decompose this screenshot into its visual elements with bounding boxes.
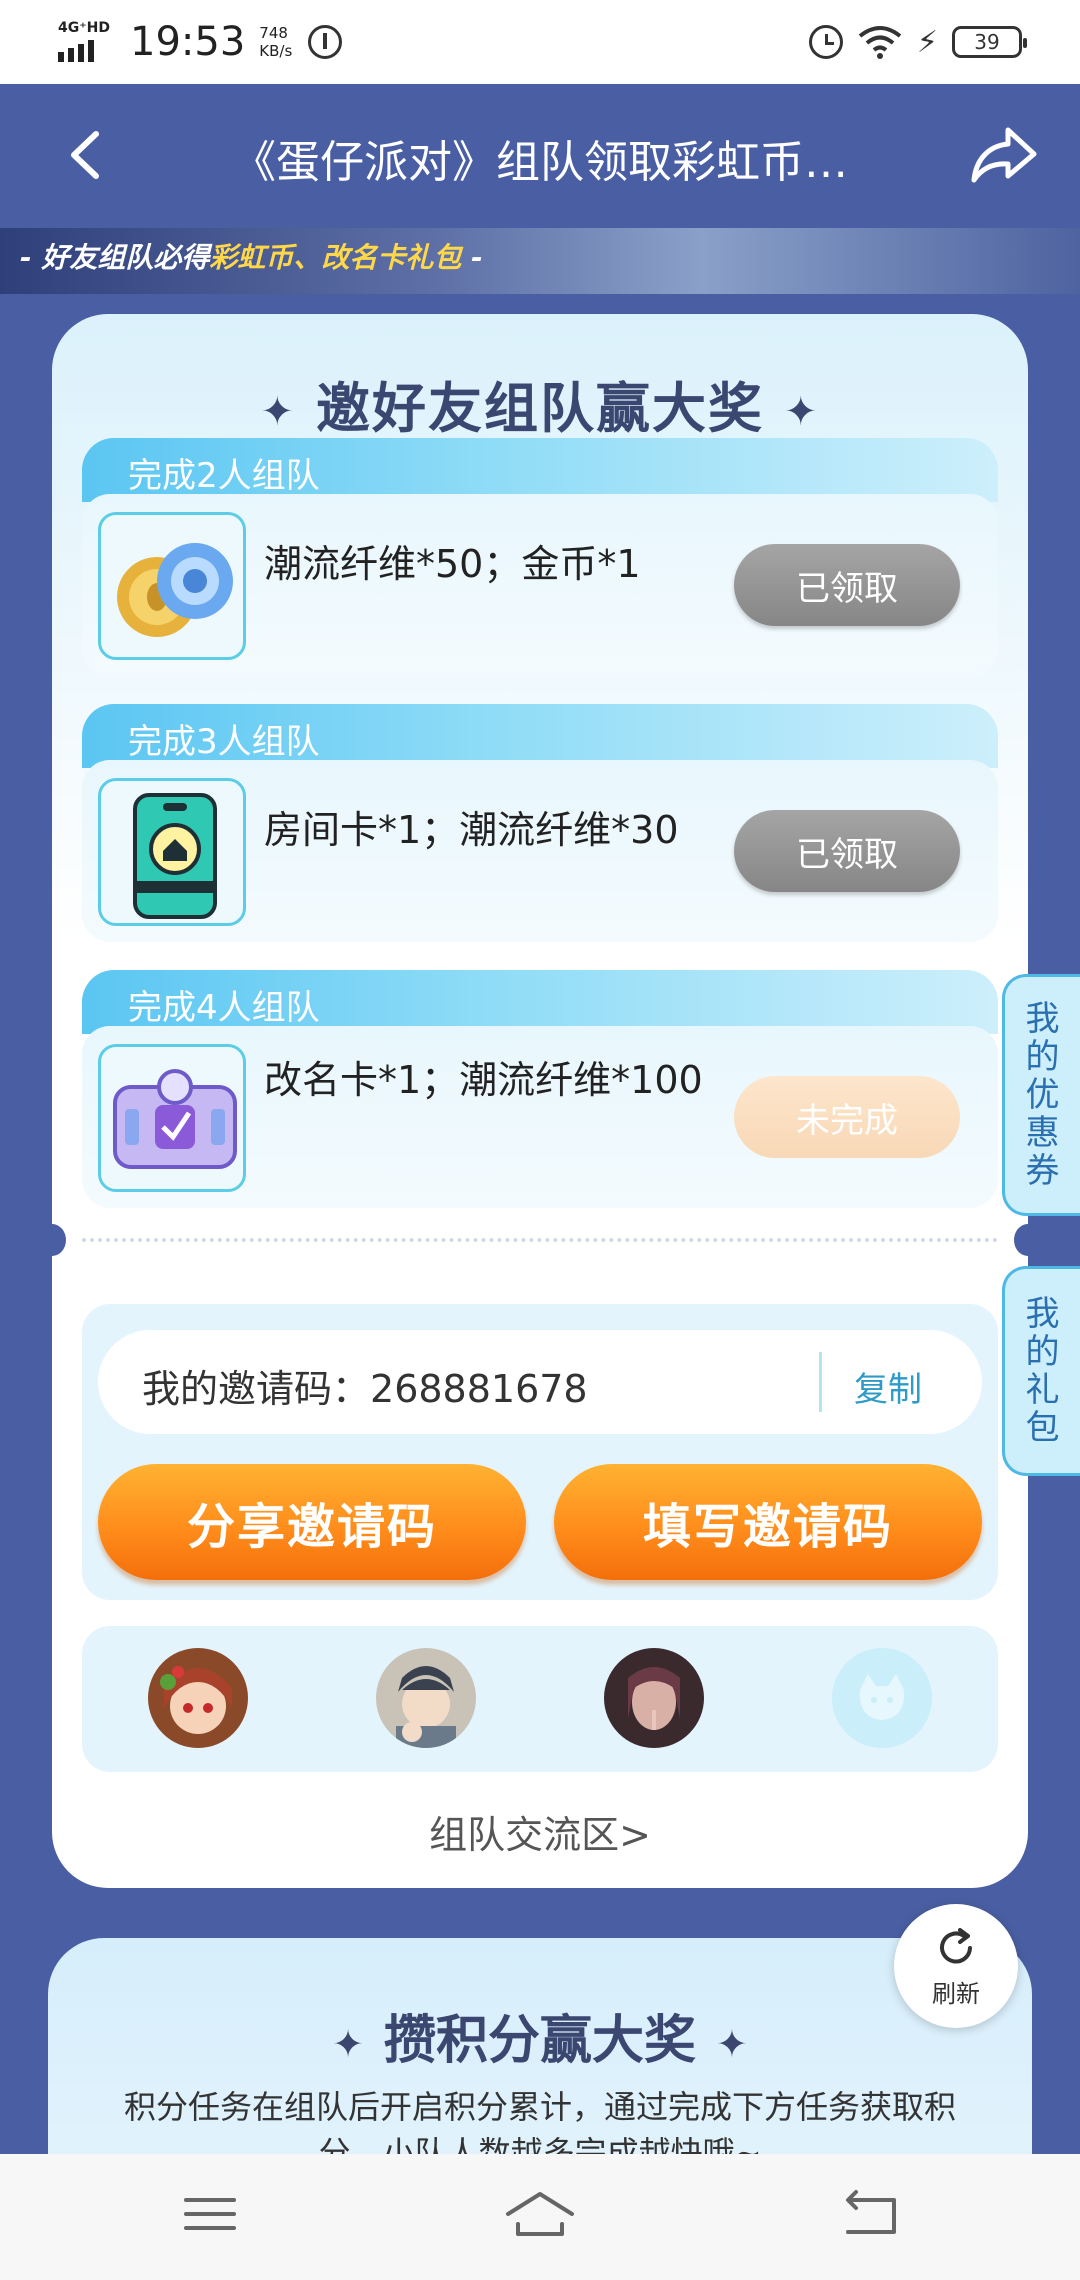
- reward-tier-2-players: 完成2人组队 潮流纤维*50；金币*1 已领取: [82, 438, 998, 676]
- reward-tier-3-players: 完成3人组队 房间卡*1；潮流纤维*30 已领取: [82, 704, 998, 942]
- status-bar: 4G⁺HD 19:53 748 KB/s ⚡ 39: [0, 0, 1080, 84]
- banner-prefix: - 好友组队必得: [20, 241, 210, 274]
- sparkle-icon: ✦: [332, 2022, 364, 2066]
- alarm-icon: [808, 25, 843, 59]
- charging-icon: ⚡: [916, 24, 938, 60]
- battery-level: 39: [974, 30, 1000, 54]
- tier-reward-text: 房间卡*1；潮流纤维*30: [264, 808, 679, 852]
- invite-code-text: 我的邀请码：268881678: [142, 1358, 588, 1413]
- rename-card-icon: [98, 1044, 246, 1192]
- event-banner: - 好友组队必得彩虹币、改名卡礼包 -: [0, 228, 1080, 294]
- speed-unit: KB/s: [259, 42, 293, 60]
- separator: [819, 1352, 822, 1412]
- system-nav-bar: [0, 2154, 1080, 2280]
- refresh-label: 刷新: [932, 1980, 980, 2008]
- team-chat-link[interactable]: 组队交流区>: [52, 1804, 1028, 1859]
- home-icon[interactable]: [500, 2184, 580, 2244]
- sparkle-icon: ✦: [716, 2022, 748, 2066]
- my-gifts-tab[interactable]: 我 的 礼 包: [1002, 1266, 1080, 1476]
- back-nav-icon[interactable]: [830, 2184, 910, 2244]
- tab-char: 礼: [1025, 1370, 1060, 1410]
- coin-fiber-icon: [98, 512, 246, 660]
- reward-tier-4-players: 完成4人组队 改名卡*1；潮流纤维*100 未完成: [82, 970, 998, 1208]
- network-speed: 748 KB/s: [259, 24, 292, 60]
- banner-text: - 好友组队必得彩虹币、改名卡礼包 -: [20, 236, 483, 276]
- team-rewards-card: ✦ 邀好友组队赢大奖 ✦ 完成2人组队 潮流纤维*50；金币*1 已领取 完成3人组…: [38, 314, 1042, 1888]
- tab-char: 我: [1025, 1294, 1060, 1334]
- team-rewards-title-text: 邀好友组队赢大奖: [316, 377, 764, 440]
- data-saver-icon: [308, 25, 343, 59]
- empty-slot-avatar[interactable]: [832, 1648, 932, 1748]
- tier-tab: 完成2人组队: [82, 438, 998, 502]
- my-coupons-tab[interactable]: 我 的 优 惠 券: [1002, 974, 1080, 1216]
- refresh-icon: [940, 1928, 972, 1964]
- tier-reward-text: 改名卡*1；潮流纤维*100: [264, 1058, 703, 1102]
- copy-button[interactable]: 复制: [854, 1362, 922, 1411]
- points-title-text: 攒积分赢大奖: [383, 2011, 696, 2071]
- speed-value: 748: [259, 24, 288, 42]
- tab-char: 的: [1025, 1037, 1060, 1077]
- tier-tab-label: 完成3人组队: [128, 722, 320, 762]
- tab-char: 券: [1025, 1151, 1060, 1191]
- share-icon[interactable]: [964, 114, 1044, 194]
- tier-reward-text: 潮流纤维*50；金币*1: [264, 542, 641, 586]
- tab-char: 包: [1025, 1408, 1060, 1448]
- share-invite-code-button[interactable]: 分享邀请码: [98, 1464, 526, 1580]
- signal-icon: 4G⁺HD: [58, 20, 112, 64]
- sparkle-icon: ✦: [784, 389, 820, 436]
- points-title: ✦ 攒积分赢大奖 ✦: [48, 1998, 1032, 2073]
- member-avatar[interactable]: [376, 1648, 476, 1748]
- banner-highlight: 彩虹币、改名卡礼包: [209, 241, 462, 274]
- member-avatar[interactable]: [148, 1648, 248, 1748]
- tier-body: 潮流纤维*50；金币*1 已领取: [82, 494, 998, 676]
- room-card-icon: [98, 778, 246, 926]
- tab-char: 我: [1025, 999, 1060, 1039]
- member-avatar[interactable]: [604, 1648, 704, 1748]
- tab-char: 惠: [1025, 1113, 1060, 1153]
- tier-tab: 完成3人组队: [82, 704, 998, 768]
- invite-code-box: 我的邀请码：268881678 复制: [98, 1330, 982, 1434]
- refresh-button[interactable]: 刷新: [894, 1904, 1018, 2028]
- team-members-panel: [82, 1626, 998, 1772]
- page-title: 《蛋仔派对》组队领取彩虹币…: [232, 137, 848, 188]
- incomplete-button[interactable]: 未完成: [734, 1076, 960, 1158]
- invite-panel: 我的邀请码：268881678 复制 分享邀请码 填写邀请码: [82, 1304, 998, 1600]
- sparkle-icon: ✦: [260, 389, 296, 436]
- fill-invite-code-button[interactable]: 填写邀请码: [554, 1464, 982, 1580]
- team-rewards-title: ✦ 邀好友组队赢大奖 ✦: [52, 364, 1028, 443]
- tier-body: 房间卡*1；潮流纤维*30 已领取: [82, 760, 998, 942]
- battery-icon: 39: [952, 26, 1027, 58]
- status-time: 19:53: [130, 19, 246, 65]
- wifi-icon: [858, 26, 902, 59]
- banner-suffix: -: [461, 241, 483, 274]
- tab-char: 优: [1025, 1075, 1060, 1115]
- menu-icon[interactable]: [170, 2184, 250, 2244]
- tier-tab-label: 完成2人组队: [128, 456, 320, 496]
- tier-body: 改名卡*1；潮流纤维*100 未完成: [82, 1026, 998, 1208]
- network-type: 4G⁺HD: [58, 20, 110, 36]
- invite-code-label: 我的邀请码：: [142, 1367, 371, 1411]
- dotted-divider: [52, 1238, 1028, 1242]
- claimed-button[interactable]: 已领取: [734, 544, 960, 626]
- app-header: 《蛋仔派对》组队领取彩虹币…: [0, 84, 1080, 228]
- invite-code-value: 268881678: [370, 1367, 588, 1411]
- tab-char: 的: [1025, 1332, 1060, 1372]
- tier-tab: 完成4人组队: [82, 970, 998, 1034]
- tier-tab-label: 完成4人组队: [128, 988, 320, 1028]
- back-arrow-icon[interactable]: [52, 120, 122, 190]
- claimed-button[interactable]: 已领取: [734, 810, 960, 892]
